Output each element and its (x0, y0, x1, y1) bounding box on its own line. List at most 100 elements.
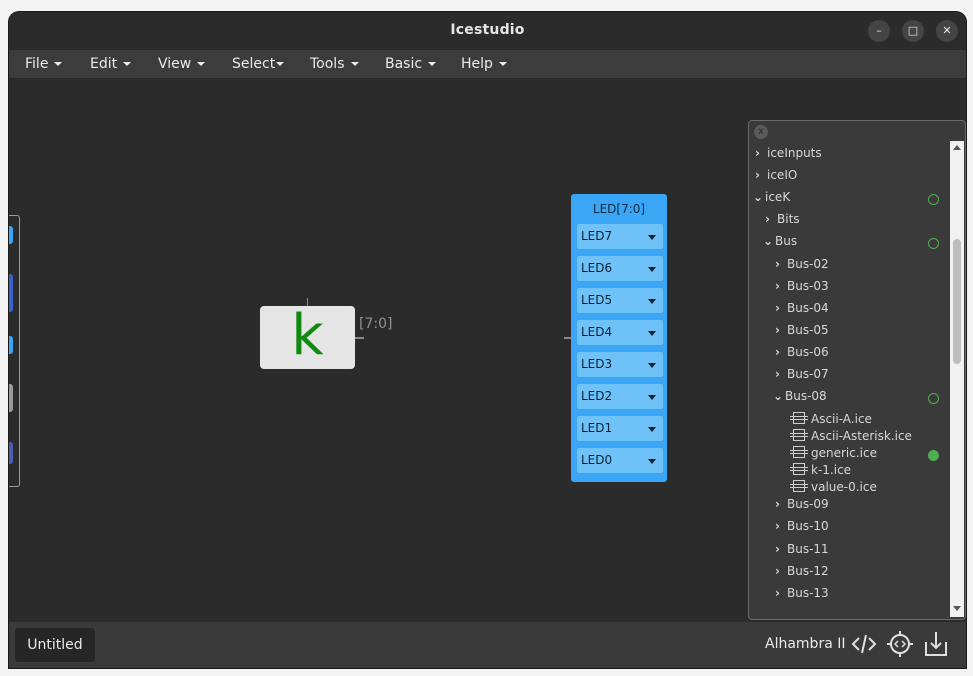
chevron-right-icon: › (775, 519, 780, 533)
tree-item-bus-09[interactable]: › Bus-09 (775, 495, 829, 513)
menu-select[interactable]: Select (232, 56, 285, 72)
tree-item-label: k-1.ice (811, 463, 852, 477)
tree-item-bus-11[interactable]: › Bus-11 (775, 540, 829, 558)
chevron-down-icon: ⌄ (773, 389, 784, 403)
tree-file-k-1[interactable]: k-1.ice (790, 461, 852, 479)
menu-edit-label: Edit (90, 56, 118, 72)
led-pin-select[interactable]: LED2 (577, 384, 663, 409)
menu-basic-label: Basic (385, 56, 423, 72)
tree-item-label: Bus-11 (787, 542, 829, 556)
menu-file[interactable]: File (25, 56, 63, 72)
tree-item-bus-08[interactable]: ⌄ Bus-08 (773, 387, 827, 405)
tree-item-bus-05[interactable]: › Bus-05 (775, 321, 829, 339)
tree-item-bits[interactable]: › Bits (765, 210, 800, 228)
dropdown-arrow-icon (648, 427, 656, 432)
tree-item-label: Bus (775, 234, 798, 248)
menu-tools-label: Tools (310, 56, 345, 72)
menu-file-label: File (25, 56, 49, 72)
toolbar-handle[interactable] (9, 384, 13, 412)
tree-item-label: Bus-04 (787, 301, 829, 315)
tree-item-bus-13[interactable]: › Bus-13 (775, 584, 829, 602)
tree-item-bus[interactable]: ⌄ Bus (763, 232, 797, 250)
maximize-button[interactable]: □ (902, 20, 924, 42)
tree-item-bus-12[interactable]: › Bus-12 (775, 562, 829, 580)
led-pin-label: LED4 (581, 325, 613, 339)
tree-file-ascii-a[interactable]: Ascii-A.ice (790, 410, 872, 428)
toolbar-handle[interactable] (9, 226, 13, 244)
constant-block[interactable]: k (260, 306, 355, 369)
tree-file-ascii-asterisk[interactable]: Ascii-Asterisk.ice (790, 427, 912, 445)
tree-item-label: Bus-12 (787, 564, 829, 578)
tree-item-bus-04[interactable]: › Bus-04 (775, 299, 829, 317)
led-pin-select[interactable]: LED1 (577, 416, 663, 441)
chevron-right-icon: › (775, 586, 780, 600)
tree-item-bus-02[interactable]: › Bus-02 (775, 255, 829, 273)
board-selector[interactable]: Alhambra II (765, 636, 846, 652)
tree-scrollbar[interactable] (950, 141, 964, 617)
status-indicator (928, 194, 939, 205)
tree-item-label: Ascii-A.ice (811, 412, 872, 426)
tab-untitled[interactable]: Untitled (15, 628, 95, 662)
led-pin-select[interactable]: LED0 (577, 448, 663, 473)
code-icon[interactable] (850, 630, 878, 658)
tree-item-iceio[interactable]: › iceIO (755, 166, 797, 184)
led-pin-select[interactable]: LED7 (577, 224, 663, 249)
tree-file-value-0[interactable]: value-0.ice (790, 478, 877, 496)
close-button[interactable]: ✕ (936, 20, 958, 42)
tree-item-bus-03[interactable]: › Bus-03 (775, 277, 829, 295)
chevron-down-icon: ⌄ (753, 190, 764, 204)
left-toolbar[interactable] (9, 215, 20, 487)
led-pin-select[interactable]: LED4 (577, 320, 663, 345)
menu-tools[interactable]: Tools (310, 56, 359, 72)
tree-item-label: Bits (777, 212, 800, 226)
tree-item-label: Bus-10 (787, 519, 829, 533)
led-pin-select[interactable]: LED3 (577, 352, 663, 377)
menu-view[interactable]: View (158, 56, 206, 72)
chevron-down-icon (197, 62, 206, 66)
chip-icon (790, 412, 808, 424)
settings-chip-icon[interactable] (886, 630, 914, 658)
tree-item-label: generic.ice (811, 446, 877, 460)
download-icon[interactable] (922, 630, 950, 658)
chevron-right-icon: › (775, 279, 780, 293)
tree-item-label: Bus-02 (787, 257, 829, 271)
led-output-block[interactable]: LED[7:0] LED7 LED6 LED5 LED4 LED3 LED2 L… (571, 194, 667, 482)
led-pin-select[interactable]: LED5 (577, 288, 663, 313)
chevron-down-icon (276, 62, 285, 66)
minimize-button[interactable]: – (868, 20, 890, 42)
tree-file-generic[interactable]: generic.ice (790, 444, 877, 462)
tree-item-iceinputs[interactable]: › iceInputs (755, 144, 822, 162)
chip-icon (790, 480, 808, 492)
tree-item-bus-10[interactable]: › Bus-10 (775, 517, 829, 535)
toolbar-handle[interactable] (9, 336, 13, 354)
app-window: Icestudio – □ ✕ File Edit View Select To… (9, 12, 966, 668)
constant-value: k (291, 303, 324, 368)
chip-icon (790, 429, 808, 441)
output-port[interactable] (355, 337, 364, 339)
tree-item-icek[interactable]: ⌄ iceK (753, 188, 790, 206)
tree-item-label: Bus-06 (787, 345, 829, 359)
scroll-down-icon[interactable] (953, 606, 961, 611)
tree-item-label: Bus-07 (787, 367, 829, 381)
tree-item-label: iceInputs (767, 146, 822, 160)
led-pin-select[interactable]: LED6 (577, 256, 663, 281)
tree-item-bus-07[interactable]: › Bus-07 (775, 365, 829, 383)
menu-basic[interactable]: Basic (385, 56, 437, 72)
scroll-up-icon[interactable] (953, 145, 961, 150)
close-icon[interactable]: x (754, 125, 768, 139)
tree-item-bus-06[interactable]: › Bus-06 (775, 343, 829, 361)
menu-edit[interactable]: Edit (90, 56, 132, 72)
chevron-down-icon (498, 62, 507, 66)
tree-item-label: Bus-05 (787, 323, 829, 337)
collection-tree-panel: x › iceInputs › iceIO ⌄ iceK › Bits ⌄ Bus › Bu… (748, 120, 966, 620)
menu-help[interactable]: Help (461, 56, 507, 72)
dropdown-arrow-icon (648, 299, 656, 304)
menu-help-label: Help (461, 56, 493, 72)
toolbar-handle[interactable] (9, 274, 13, 312)
led-block-title: LED[7:0] (592, 202, 646, 216)
toolbar-handle[interactable] (9, 442, 13, 464)
tree-item-label: Bus-03 (787, 279, 829, 293)
chevron-right-icon: › (775, 301, 780, 315)
chip-icon (790, 463, 808, 475)
scroll-thumb[interactable] (953, 239, 961, 364)
